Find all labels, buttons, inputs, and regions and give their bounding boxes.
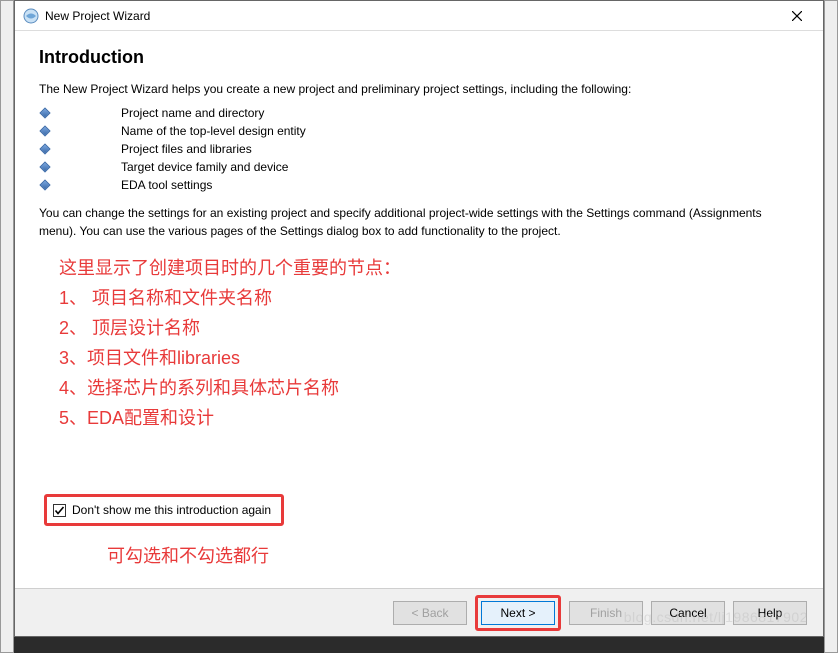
- dont-show-again-label: Don't show me this introduction again: [72, 503, 271, 517]
- wizard-footer: < Back Next > Finish Cancel Help: [15, 588, 823, 636]
- page-heading: Introduction: [39, 47, 799, 68]
- annotation-line: 3、项目文件和libraries: [59, 343, 401, 373]
- bullet-text: Project files and libraries: [121, 142, 252, 156]
- diamond-icon: [39, 179, 50, 190]
- annotation-line: 1、 项目名称和文件夹名称: [59, 283, 401, 313]
- bullet-text: EDA tool settings: [121, 178, 212, 192]
- cancel-button[interactable]: Cancel: [651, 601, 725, 625]
- dont-show-again-group: Don't show me this introduction again: [44, 494, 284, 526]
- annotation-title: 这里显示了创建项目时的几个重要的节点：: [59, 253, 401, 283]
- outro-paragraph: You can change the settings for an exist…: [39, 204, 799, 240]
- bullet-item: EDA tool settings: [39, 176, 799, 194]
- bullet-item: Project files and libraries: [39, 140, 799, 158]
- intro-paragraph: The New Project Wizard helps you create …: [39, 80, 799, 98]
- check-icon: [54, 505, 65, 516]
- annotation-overlay: 这里显示了创建项目时的几个重要的节点： 1、 项目名称和文件夹名称 2、 顶层设…: [59, 253, 401, 433]
- bullet-text: Name of the top-level design entity: [121, 124, 306, 138]
- next-button[interactable]: Next >: [481, 601, 555, 625]
- diamond-icon: [39, 161, 50, 172]
- close-icon: [792, 11, 802, 21]
- bullet-list: Project name and directory Name of the t…: [39, 104, 799, 194]
- bullet-item: Project name and directory: [39, 104, 799, 122]
- annotation-line: 4、选择芯片的系列和具体芯片名称: [59, 373, 401, 403]
- help-button[interactable]: Help: [733, 601, 807, 625]
- annotation-line: 5、EDA配置和设计: [59, 403, 401, 433]
- annotation-line: 2、 顶层设计名称: [59, 313, 401, 343]
- back-button[interactable]: < Back: [393, 601, 467, 625]
- bullet-item: Name of the top-level design entity: [39, 122, 799, 140]
- diamond-icon: [39, 125, 50, 136]
- content-area: Introduction The New Project Wizard help…: [15, 31, 823, 588]
- next-highlight-box: Next >: [475, 595, 561, 631]
- bullet-item: Target device family and device: [39, 158, 799, 176]
- finish-button[interactable]: Finish: [569, 601, 643, 625]
- window-title: New Project Wizard: [45, 9, 775, 23]
- app-icon: [23, 8, 39, 24]
- dont-show-again-checkbox[interactable]: [53, 504, 66, 517]
- titlebar: New Project Wizard: [15, 1, 823, 31]
- checkbox-annotation: 可勾选和不勾选都行: [107, 542, 269, 568]
- bullet-text: Project name and directory: [121, 106, 264, 120]
- wizard-window: New Project Wizard Introduction The New …: [14, 0, 824, 637]
- diamond-icon: [39, 143, 50, 154]
- diamond-icon: [39, 107, 50, 118]
- bullet-text: Target device family and device: [121, 160, 288, 174]
- close-button[interactable]: [775, 2, 819, 30]
